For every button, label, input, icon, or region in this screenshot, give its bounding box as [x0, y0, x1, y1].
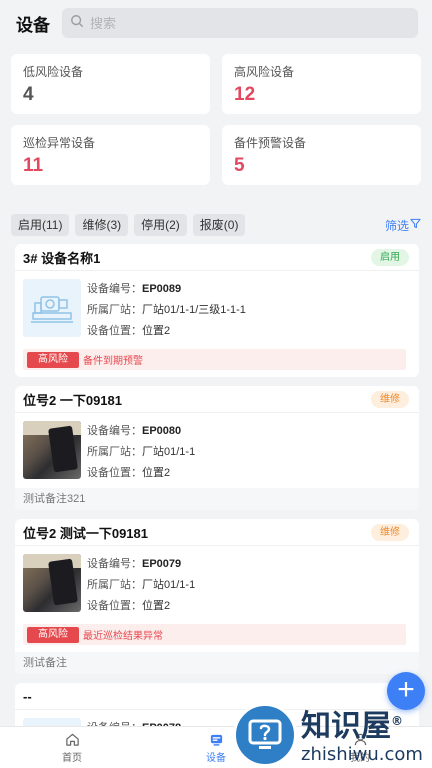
risk-badge: 高风险	[27, 351, 79, 368]
device-code: EP0089	[142, 283, 182, 295]
device-remark: 测试备注	[15, 652, 419, 674]
risk-alert: 高风险 最近巡检结果异常	[23, 624, 406, 645]
status-badge: 维修	[371, 390, 409, 408]
stat-card-low-risk[interactable]: 低风险设备 4	[11, 54, 210, 114]
funnel-icon	[409, 218, 421, 232]
device-card[interactable]: 位号2 测试一下09181 维修 设备编号：EP0079 所属厂站：厂站01/1…	[15, 519, 419, 674]
device-list: 3# 设备名称1 启用 设备编号：EP0089 所属厂站：厂站01/1-1/三级…	[0, 244, 432, 768]
device-title: 位号2 一下09181	[23, 392, 122, 408]
device-card-header: 位号2 一下09181 维修	[15, 386, 419, 413]
device-card-body: 设备编号：EP0080 所属厂站：厂站01/1-1 设备位置：位置2	[15, 413, 419, 488]
device-icon	[210, 734, 222, 746]
stat-label: 低风险设备	[23, 65, 84, 79]
machine-icon	[31, 296, 73, 323]
device-fields: 设备编号：EP0079 所属厂站：厂站01/1-1 设备位置：位置2	[87, 554, 411, 617]
watermark-cn: 知识屋®	[301, 709, 403, 744]
tab-home[interactable]: 首页	[0, 727, 144, 768]
header: 设备	[0, 0, 432, 46]
stat-card-high-risk[interactable]: 高风险设备 12	[222, 54, 421, 114]
field-position: 设备位置：位置2	[87, 325, 171, 337]
risk-badge: 高风险	[27, 626, 79, 643]
stat-value: 4	[23, 84, 34, 105]
alert-message: 备件到期预警	[83, 356, 143, 367]
alert-message: 最近巡检结果异常	[83, 631, 163, 642]
device-card-header: 3# 设备名称1 启用	[15, 244, 419, 271]
field-position: 设备位置：位置2	[87, 600, 171, 612]
filter-button-label: 筛选	[384, 218, 409, 233]
search-icon	[70, 14, 84, 33]
device-photo	[23, 554, 81, 612]
search-input[interactable]	[90, 15, 418, 31]
device-code: EP0079	[142, 558, 182, 570]
device-position: 位置2	[142, 325, 171, 337]
stat-label: 备件预警设备	[234, 136, 307, 150]
device-fields: 设备编号：EP0089 所属厂站：厂站01/1-1/三级1-1-1 设备位置：位…	[87, 279, 411, 342]
filter-chip-scrapped[interactable]: 报废(0)	[192, 214, 246, 236]
page-title: 设备	[16, 15, 50, 35]
device-position: 位置2	[142, 467, 171, 479]
filter-button[interactable]: 筛选	[385, 217, 421, 234]
stat-card-inspection-abnormal[interactable]: 巡检异常设备 11	[11, 125, 210, 185]
device-photo	[23, 421, 81, 479]
device-card[interactable]: 位号2 一下09181 维修 设备编号：EP0080 所属厂站：厂站01/1-1…	[15, 386, 419, 510]
field-code: 设备编号：EP0079	[87, 558, 182, 570]
tab-label: 设备	[206, 752, 226, 764]
device-card-body: 设备编号：EP0089 所属厂站：厂站01/1-1/三级1-1-1 设备位置：位…	[15, 271, 419, 346]
device-site: 厂站01/1-1	[142, 446, 196, 458]
field-code: 设备编号：EP0089	[87, 283, 182, 295]
field-code: 设备编号：EP0080	[87, 425, 182, 437]
field-site: 所属厂站：厂站01/1-1/三级1-1-1	[87, 304, 246, 316]
device-code: EP0080	[142, 425, 182, 437]
stat-value: 5	[234, 155, 245, 176]
watermark: 知识屋® zhishiwu.com	[233, 702, 432, 768]
device-title: --	[23, 688, 32, 704]
device-fields: 设备编号：EP0080 所属厂站：厂站01/1-1 设备位置：位置2	[87, 421, 411, 484]
device-title: 位号2 测试一下09181	[23, 525, 148, 541]
field-site: 所属厂站：厂站01/1-1	[87, 579, 196, 591]
search-bar[interactable]	[62, 8, 418, 38]
device-image	[23, 279, 81, 337]
stat-label: 高风险设备	[234, 65, 295, 79]
device-position: 位置2	[142, 600, 171, 612]
filter-chip-repair[interactable]: 维修(3)	[75, 214, 129, 236]
stat-value: 12	[234, 84, 256, 105]
stat-card-spare-warning[interactable]: 备件预警设备 5	[222, 125, 421, 185]
watermark-text: 知识屋® zhishiwu.com	[301, 704, 423, 766]
filter-chip-enabled[interactable]: 启用(11)	[11, 214, 70, 236]
monitor-question-icon	[248, 719, 282, 749]
device-site: 厂站01/1-1/三级1-1-1	[142, 304, 246, 316]
risk-alert: 高风险 备件到期预警	[23, 349, 406, 370]
stat-label: 巡检异常设备	[23, 136, 96, 150]
stat-value: 11	[23, 155, 44, 176]
watermark-logo	[233, 703, 297, 767]
status-badge: 维修	[371, 523, 409, 541]
device-remark: 测试备注321	[15, 488, 419, 510]
watermark-en: zhishiwu.com	[301, 744, 423, 765]
field-site: 所属厂站：厂站01/1-1	[87, 446, 196, 458]
device-card-header: 位号2 测试一下09181 维修	[15, 519, 419, 546]
device-site: 厂站01/1-1	[142, 579, 196, 591]
device-card[interactable]: 3# 设备名称1 启用 设备编号：EP0089 所属厂站：厂站01/1-1/三级…	[15, 244, 419, 377]
status-badge: 启用	[371, 248, 409, 266]
device-title: 3# 设备名称1	[23, 250, 101, 266]
device-card-body: 设备编号：EP0079 所属厂站：厂站01/1-1 设备位置：位置2	[15, 546, 419, 621]
tab-label: 首页	[62, 752, 82, 764]
field-position: 设备位置：位置2	[87, 467, 171, 479]
stats-grid: 低风险设备 4 高风险设备 12 巡检异常设备 11 备件预警设备 5	[0, 46, 432, 185]
home-icon	[65, 733, 79, 746]
filter-chip-disabled[interactable]: 停用(2)	[134, 214, 187, 236]
status-filter-bar: 启用(11) 维修(3) 停用(2) 报废(0) 筛选	[0, 185, 432, 241]
